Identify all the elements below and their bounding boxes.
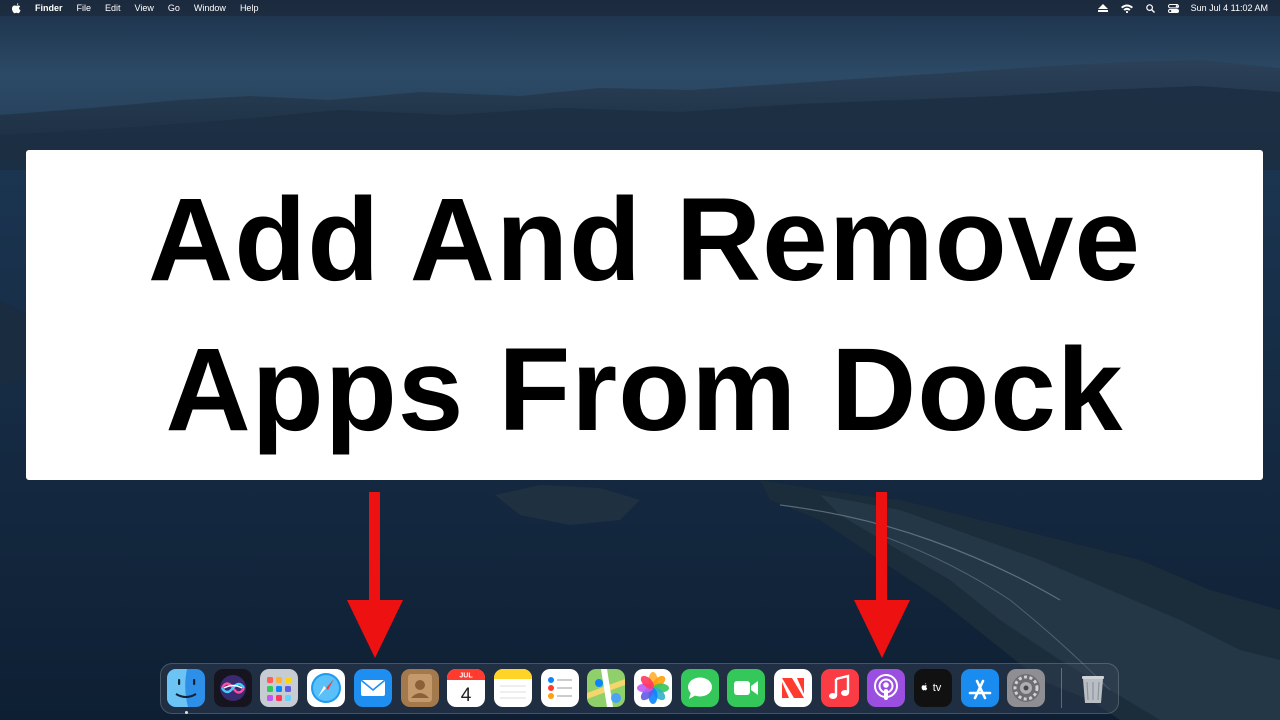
control-center-icon[interactable] — [1167, 3, 1179, 13]
dock-trash-icon[interactable] — [1074, 669, 1112, 707]
menu-file[interactable]: File — [77, 0, 92, 16]
eject-icon[interactable] — [1097, 4, 1108, 12]
dock-reminders-icon[interactable] — [541, 669, 579, 707]
dock-finder-icon[interactable] — [167, 669, 205, 707]
dock-contacts-icon[interactable] — [401, 669, 439, 707]
dock-podcasts-icon[interactable] — [867, 669, 905, 707]
finder-running-indicator — [185, 711, 188, 714]
calendar-day: 4 — [461, 685, 472, 706]
menu-view[interactable]: View — [135, 0, 154, 16]
dock-music-icon[interactable] — [821, 669, 859, 707]
menu-bar: Finder File Edit View Go Window Help Sun… — [0, 0, 1280, 16]
dock-system-preferences-icon[interactable] — [1007, 669, 1045, 707]
menu-finder[interactable]: Finder — [35, 0, 63, 16]
dock-facetime-icon[interactable] — [727, 669, 765, 707]
title-line-1: Add And Remove — [147, 174, 1142, 306]
title-card: Add And Remove Apps From Dock — [26, 150, 1263, 480]
dock-notes-icon[interactable] — [494, 669, 532, 707]
apple-tv-label: tv — [933, 682, 942, 694]
red-arrow-mail — [347, 492, 403, 658]
dock-app-store-icon[interactable] — [961, 669, 999, 707]
menu-help[interactable]: Help — [240, 0, 259, 16]
dock-launchpad-icon[interactable] — [260, 669, 298, 707]
dock-safari-icon[interactable] — [307, 669, 345, 707]
dock-calendar-icon[interactable]: JUL 4 — [447, 669, 485, 707]
dock-apple-tv-icon[interactable]: tv — [914, 669, 952, 707]
dock-messages-icon[interactable] — [681, 669, 719, 707]
dock-photos-icon[interactable] — [634, 669, 672, 707]
menubar-clock[interactable]: Sun Jul 4 11:02 AM — [1191, 3, 1268, 13]
dock-siri-icon[interactable] — [214, 669, 252, 707]
dock-mail-icon[interactable] — [354, 669, 392, 707]
red-arrow-podcasts — [854, 492, 910, 658]
dock-maps-icon[interactable] — [587, 669, 625, 707]
dock-separator — [1061, 668, 1062, 708]
menu-window[interactable]: Window — [194, 0, 226, 16]
spotlight-search-icon[interactable] — [1145, 3, 1155, 13]
menu-go[interactable]: Go — [168, 0, 180, 16]
calendar-month: JUL — [459, 673, 473, 680]
dock-news-icon[interactable] — [774, 669, 812, 707]
wifi-icon[interactable] — [1120, 4, 1133, 13]
menu-edit[interactable]: Edit — [105, 0, 121, 16]
title-line-2: Apps From Dock — [165, 324, 1124, 456]
apple-logo-icon[interactable] — [12, 2, 21, 14]
